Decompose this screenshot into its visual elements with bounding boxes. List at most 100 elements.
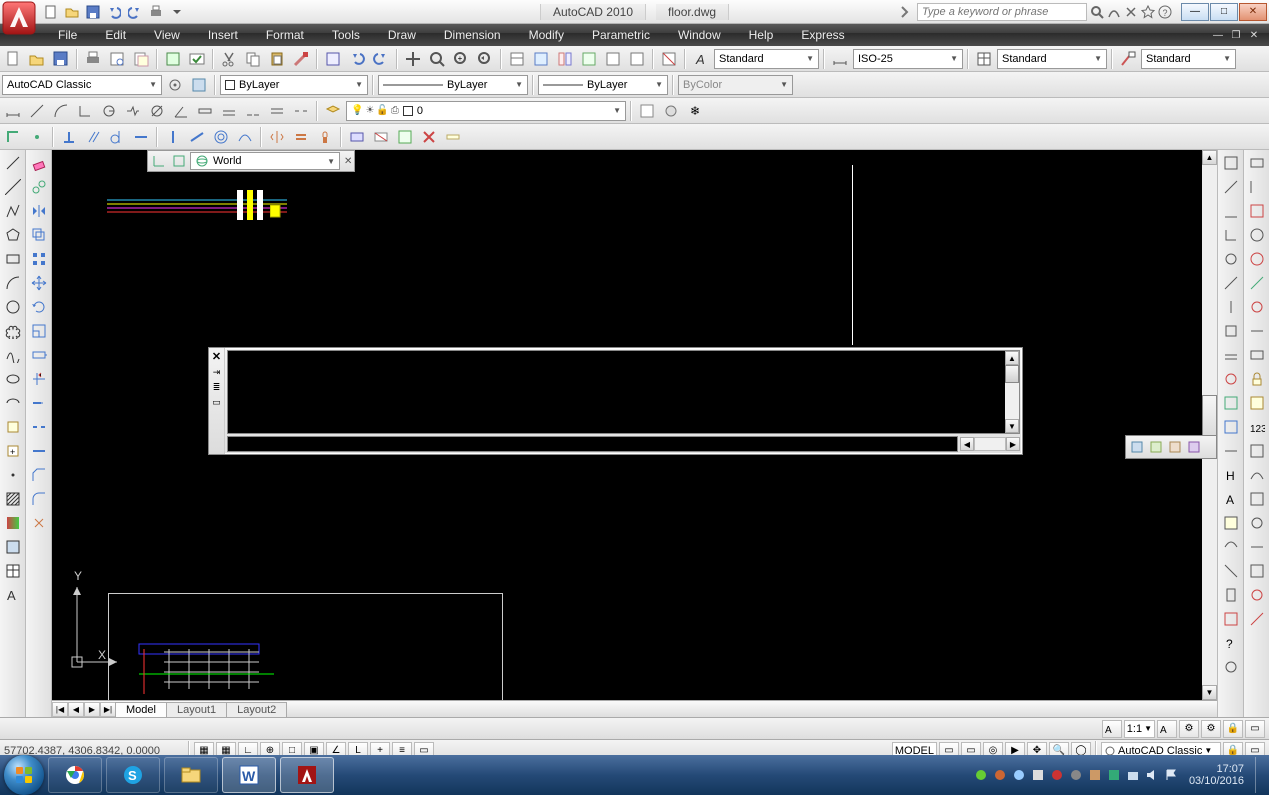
command-window[interactable]: ✕ ⇥ ≣ ▭ ▲ ▼ ◀ ▶ (208, 347, 1023, 455)
anno-vis-icon[interactable]: A (1157, 720, 1177, 738)
minimize-button[interactable]: — (1181, 3, 1209, 21)
show-constraints-icon[interactable] (346, 126, 368, 148)
taskbar-clock[interactable]: 17:07 03/10/2016 (1189, 763, 1244, 787)
r22-icon[interactable] (1220, 656, 1242, 678)
r8-icon[interactable] (1220, 320, 1242, 342)
menu-modify[interactable]: Modify (515, 26, 578, 44)
tab-layout1[interactable]: Layout1 (166, 702, 227, 717)
tab-last-icon[interactable]: ▶| (100, 702, 116, 717)
tab-layout2[interactable]: Layout2 (226, 702, 287, 717)
r17-icon[interactable] (1220, 536, 1242, 558)
command-close-icon[interactable]: ✕ (212, 350, 221, 363)
block-editor-icon[interactable] (322, 48, 344, 70)
menu-window[interactable]: Window (664, 26, 735, 44)
rectangle-icon[interactable] (2, 248, 24, 270)
workspace-save-icon[interactable] (188, 74, 210, 96)
stretch-icon[interactable] (28, 344, 50, 366)
rb11-icon[interactable] (1246, 392, 1268, 414)
fillet-icon[interactable] (28, 488, 50, 510)
tab-next-icon[interactable]: ▶ (84, 702, 100, 717)
command-opts-icon[interactable]: ≣ (213, 382, 221, 393)
linetype-combo[interactable]: ByLayer▼ (378, 75, 528, 95)
dim-quick-icon[interactable] (194, 100, 216, 122)
designcenter-icon[interactable] (530, 48, 552, 70)
plot-icon[interactable] (82, 48, 104, 70)
taskbar-explorer[interactable] (164, 757, 218, 793)
mdi-restore[interactable]: ❐ (1227, 28, 1245, 42)
pan-icon[interactable] (402, 48, 424, 70)
rb20-icon[interactable] (1246, 608, 1268, 630)
tab-model[interactable]: Model (115, 702, 167, 717)
command-grip-icon[interactable]: ▭ (212, 397, 221, 408)
named-ucs-icon[interactable] (150, 152, 168, 170)
geo-vertical-icon[interactable] (162, 126, 184, 148)
taskbar-word[interactable]: W (222, 757, 276, 793)
command-scrollbar-v[interactable]: ▲ ▼ (1005, 351, 1019, 433)
app-menu-button[interactable] (2, 1, 36, 35)
rb19-icon[interactable] (1246, 584, 1268, 606)
r13-icon[interactable] (1220, 440, 1242, 462)
hide-palettes-icon[interactable] (658, 48, 680, 70)
r9-icon[interactable] (1220, 344, 1242, 366)
menu-tools[interactable]: Tools (318, 26, 374, 44)
rotate-icon[interactable] (28, 296, 50, 318)
dim-constraints-icon[interactable] (442, 126, 464, 148)
tray-flag-icon[interactable] (1164, 768, 1178, 782)
search-icon[interactable] (1090, 5, 1104, 19)
r4-icon[interactable] (1220, 224, 1242, 246)
scroll-right-icon[interactable]: ▶ (1006, 437, 1020, 451)
dim-space-icon[interactable] (266, 100, 288, 122)
array-icon[interactable] (28, 248, 50, 270)
textstyle-icon[interactable]: A (690, 48, 712, 70)
rb8-icon[interactable] (1246, 320, 1268, 342)
arc-icon[interactable] (2, 272, 24, 294)
r14-icon[interactable]: H (1220, 464, 1242, 486)
matchprop-icon[interactable] (290, 48, 312, 70)
dim-diameter-icon[interactable] (146, 100, 168, 122)
dim-jogged-icon[interactable] (122, 100, 144, 122)
exchange-icon[interactable] (1124, 5, 1138, 19)
layer-off-icon[interactable] (660, 100, 682, 122)
mirror-icon[interactable] (28, 200, 50, 222)
batch-icon[interactable] (186, 48, 208, 70)
mtext-icon[interactable]: A (2, 584, 24, 606)
zoom-previous-icon[interactable] (474, 48, 496, 70)
save-icon[interactable] (50, 48, 72, 70)
tray-icon-1[interactable] (974, 768, 988, 782)
spline-icon[interactable] (2, 344, 24, 366)
canvas-scroll-down-icon[interactable]: ▼ (1202, 685, 1217, 700)
canvas-scrollbar-v[interactable]: ▲ ▼ (1202, 150, 1217, 700)
menu-dimension[interactable]: Dimension (430, 26, 515, 44)
mdi-minimize[interactable]: — (1209, 28, 1227, 42)
zoom-realtime-icon[interactable] (426, 48, 448, 70)
trim-icon[interactable] (28, 368, 50, 390)
menu-edit[interactable]: Edit (91, 26, 140, 44)
table-icon[interactable] (2, 560, 24, 582)
rb5-icon[interactable] (1246, 248, 1268, 270)
infocenter-arrow-icon[interactable] (900, 5, 914, 19)
qat-dropdown[interactable] (168, 3, 186, 21)
publish-icon[interactable] (130, 48, 152, 70)
taskbar-chrome[interactable] (48, 757, 102, 793)
del-constraints-icon[interactable] (418, 126, 440, 148)
rb9-icon[interactable] (1246, 344, 1268, 366)
canvas-scroll-up-icon[interactable]: ▲ (1202, 150, 1217, 165)
scale-icon[interactable] (28, 320, 50, 342)
dimstyle-icon[interactable] (829, 48, 851, 70)
sheetset-icon[interactable] (162, 48, 184, 70)
break-icon[interactable] (28, 416, 50, 438)
rb12-icon[interactable]: 123 (1246, 416, 1268, 438)
tray-icon-7[interactable] (1088, 768, 1102, 782)
region-icon[interactable] (2, 536, 24, 558)
mleaderstyle-icon[interactable] (1117, 48, 1139, 70)
command-window-handle[interactable]: ✕ ⇥ ≣ ▭ (209, 348, 225, 454)
ft-icon-2[interactable] (1147, 438, 1165, 456)
redo-button[interactable] (126, 3, 144, 21)
open-icon[interactable] (26, 48, 48, 70)
open-button[interactable] (63, 3, 81, 21)
geo-colinear-icon[interactable] (186, 126, 208, 148)
r7-icon[interactable] (1220, 296, 1242, 318)
dim-break-icon[interactable] (290, 100, 312, 122)
mdi-close[interactable]: ✕ (1245, 28, 1263, 42)
dim-angular-icon[interactable] (170, 100, 192, 122)
